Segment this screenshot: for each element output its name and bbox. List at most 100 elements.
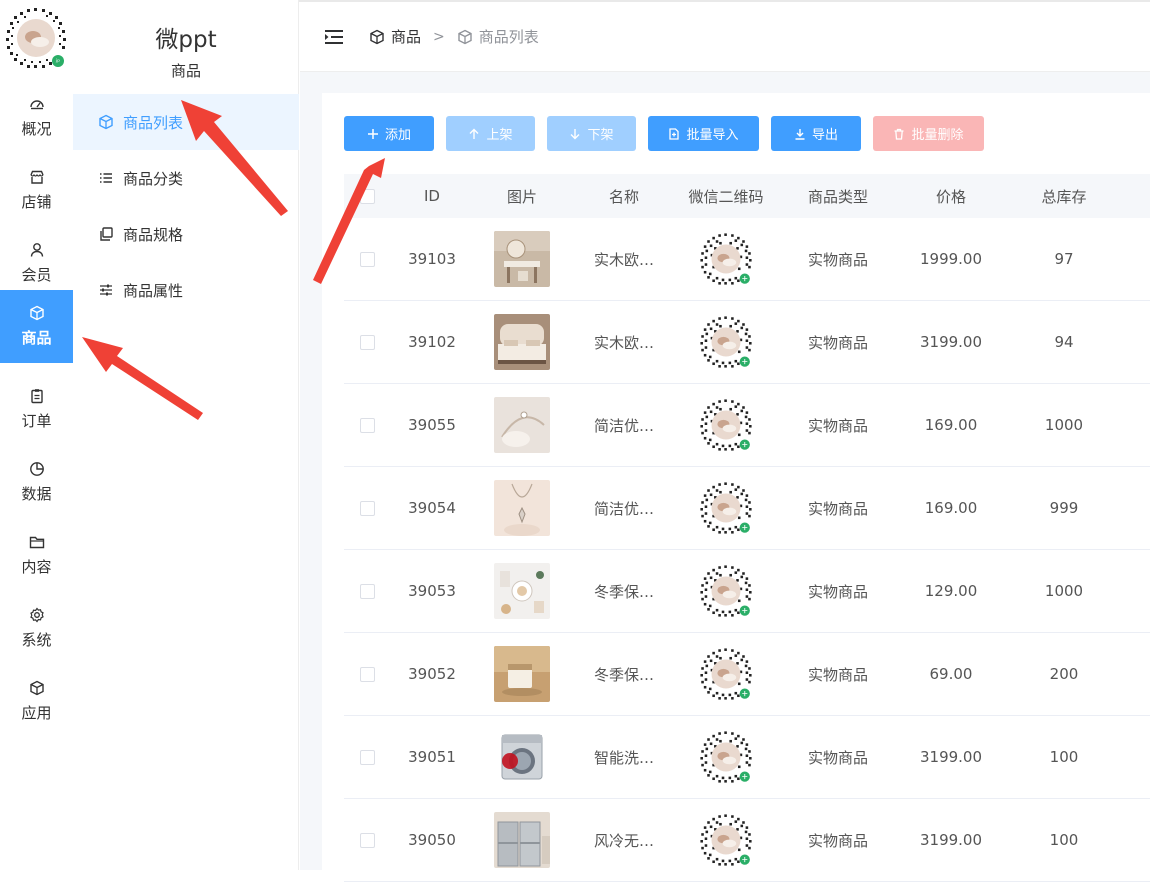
row-id: 39055: [408, 416, 456, 434]
row-checkbox[interactable]: [359, 832, 375, 848]
row-image[interactable]: [474, 563, 570, 619]
product-thumbnail[interactable]: [494, 480, 550, 536]
rail-item-data[interactable]: 数据: [0, 446, 73, 519]
row-image[interactable]: [474, 812, 570, 868]
wechat-qr-icon[interactable]: [697, 728, 755, 786]
row-id: 39053: [408, 582, 456, 600]
rail-item-apps[interactable]: 应用: [0, 665, 73, 738]
row-price: 3199.00: [919, 333, 983, 351]
table-row[interactable]: 39054 简洁优… 实物商品 169.00 999: [344, 467, 1150, 550]
row-checkbox[interactable]: [359, 666, 375, 682]
wechat-qr-icon[interactable]: [697, 562, 755, 620]
row-stock: 100: [1049, 831, 1079, 849]
row-checkbox[interactable]: [359, 583, 375, 599]
breadcrumb: 商品 > 商品列表: [369, 26, 539, 47]
goods-table: ID 图片 名称 微信二维码 商品类型 价格 总库存 39103 实木欧… 实物…: [344, 174, 1150, 882]
row-name: 简洁优…: [593, 499, 654, 518]
row-qr[interactable]: [678, 313, 774, 371]
main-rail: ʲᵖ 概况 店铺 会员 商品 订单 数据 内容 系统 应用: [0, 0, 73, 870]
table-row[interactable]: 39103 实木欧… 实物商品 1999.00 97: [344, 218, 1150, 301]
trash-icon: [893, 128, 905, 140]
row-checkbox[interactable]: [359, 334, 375, 350]
subnav-item-label: 商品列表: [123, 113, 184, 132]
table-row[interactable]: 39102 实木欧… 实物商品 3199.00 94: [344, 301, 1150, 384]
batch-delete-button[interactable]: 批量删除: [873, 116, 984, 151]
row-qr[interactable]: [678, 396, 774, 454]
row-checkbox[interactable]: [359, 749, 375, 765]
row-image[interactable]: [474, 480, 570, 536]
row-qr[interactable]: [678, 811, 774, 869]
product-thumbnail[interactable]: [494, 314, 550, 370]
wechat-qr-icon[interactable]: [697, 230, 755, 288]
wechat-qr-icon[interactable]: [697, 479, 755, 537]
batch-import-button[interactable]: 批量导入: [648, 116, 759, 151]
list-icon: [98, 170, 114, 186]
table-body: 39103 实木欧… 实物商品 1999.00 97 39102 实木欧… 实物…: [344, 218, 1150, 882]
table-row[interactable]: 39053 冬季保… 实物商品 129.00 1000: [344, 550, 1150, 633]
product-thumbnail[interactable]: [494, 729, 550, 785]
gear-icon: [29, 607, 45, 623]
row-stock: 999: [1049, 499, 1079, 517]
select-all-checkbox[interactable]: [359, 188, 375, 204]
subnav-item-goods-category[interactable]: 商品分类: [73, 150, 299, 206]
subnav-item-label: 商品规格: [123, 225, 184, 244]
rail-item-overview[interactable]: 概况: [0, 81, 73, 154]
row-qr[interactable]: [678, 645, 774, 703]
rail-item-content[interactable]: 内容: [0, 519, 73, 592]
header-stock: 总库存: [1041, 187, 1087, 206]
product-thumbnail[interactable]: [494, 231, 550, 287]
rail-item-orders[interactable]: 订单: [0, 373, 73, 446]
breadcrumb-separator: >: [433, 28, 445, 45]
subnav-item-goods-spec[interactable]: 商品规格: [73, 206, 299, 262]
wechat-qr-icon[interactable]: [697, 811, 755, 869]
pie-chart-icon: [29, 461, 45, 477]
product-thumbnail[interactable]: [494, 812, 550, 868]
rail-item-store[interactable]: 店铺: [0, 154, 73, 227]
rail-item-goods[interactable]: 商品: [0, 290, 73, 363]
export-button[interactable]: 导出: [771, 116, 861, 151]
arrow-up-icon: [468, 128, 480, 140]
header-id: ID: [424, 187, 440, 205]
add-button[interactable]: 添加: [344, 116, 434, 151]
wechat-qr-icon[interactable]: [697, 645, 755, 703]
wechat-qr-icon[interactable]: [697, 396, 755, 454]
row-image[interactable]: [474, 231, 570, 287]
qr-logo-icon[interactable]: ʲᵖ: [2, 4, 70, 72]
row-qr[interactable]: [678, 728, 774, 786]
unshelve-button[interactable]: 下架: [547, 116, 636, 151]
table-row[interactable]: 39052 冬季保… 实物商品 69.00 200: [344, 633, 1150, 716]
row-qr[interactable]: [678, 562, 774, 620]
row-image[interactable]: [474, 397, 570, 453]
row-qr[interactable]: [678, 479, 774, 537]
row-name: 实木欧…: [593, 333, 654, 352]
row-qr[interactable]: [678, 230, 774, 288]
clipboard-icon: [29, 388, 45, 404]
subnav-item-goods-attr[interactable]: 商品属性: [73, 262, 299, 318]
rail-item-system[interactable]: 系统: [0, 592, 73, 665]
row-image[interactable]: [474, 314, 570, 370]
shelve-button[interactable]: 上架: [446, 116, 535, 151]
product-thumbnail[interactable]: [494, 397, 550, 453]
subnav-item-goods-list[interactable]: 商品列表: [73, 94, 299, 150]
row-price: 1999.00: [919, 250, 983, 268]
row-stock: 100: [1049, 748, 1079, 766]
store-icon: [29, 169, 45, 185]
box-icon: [457, 29, 473, 45]
collapse-menu-icon[interactable]: [324, 28, 344, 46]
table-row[interactable]: 39055 简洁优… 实物商品 169.00 1000: [344, 384, 1150, 467]
product-thumbnail[interactable]: [494, 646, 550, 702]
product-thumbnail[interactable]: [494, 563, 550, 619]
row-type: 实物商品: [807, 333, 868, 352]
row-image[interactable]: [474, 729, 570, 785]
copy-icon: [98, 226, 114, 242]
row-checkbox[interactable]: [359, 251, 375, 267]
row-checkbox[interactable]: [359, 500, 375, 516]
table-row[interactable]: 39051 智能洗… 实物商品 3199.00 100: [344, 716, 1150, 799]
row-name: 实木欧…: [593, 250, 654, 269]
row-checkbox[interactable]: [359, 417, 375, 433]
row-image[interactable]: [474, 646, 570, 702]
breadcrumb-item-goods[interactable]: 商品: [369, 26, 421, 47]
wechat-qr-icon[interactable]: [697, 313, 755, 371]
table-header: ID 图片 名称 微信二维码 商品类型 价格 总库存: [344, 174, 1150, 218]
breadcrumb-item-goods-list: 商品列表: [457, 26, 539, 47]
